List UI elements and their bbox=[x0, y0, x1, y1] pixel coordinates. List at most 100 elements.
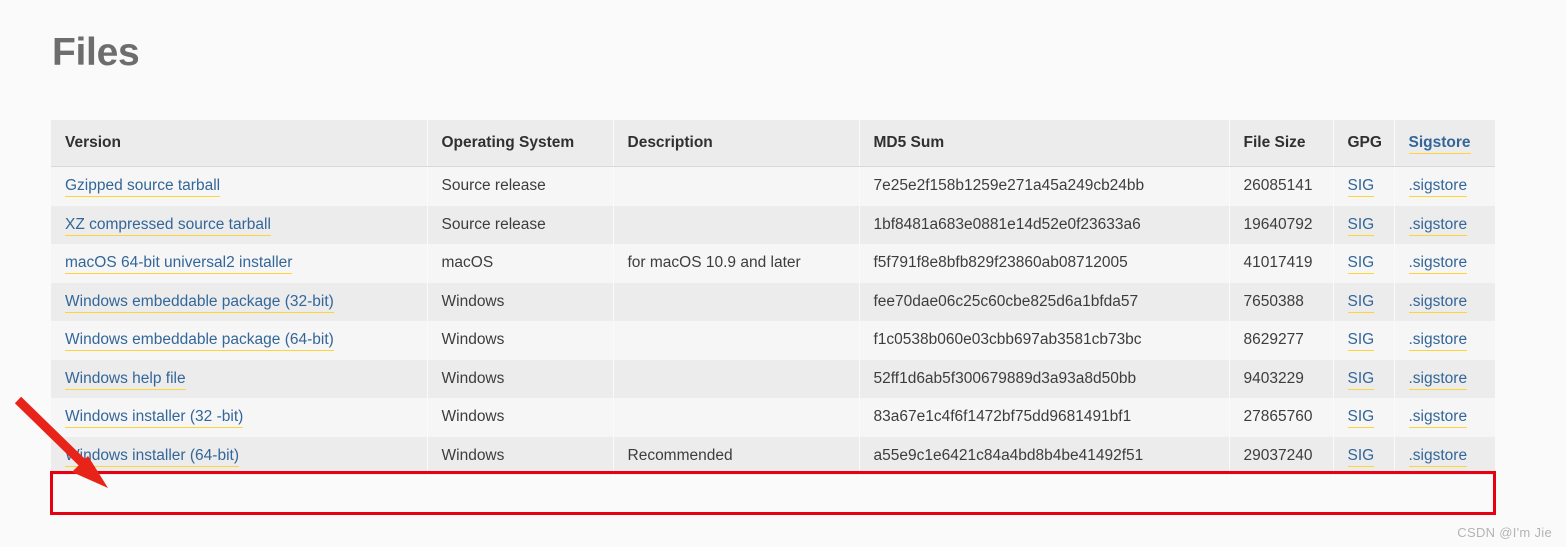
column-header-sigstore[interactable]: Sigstore bbox=[1394, 120, 1495, 167]
cell-gpg[interactable]: SIG bbox=[1333, 359, 1395, 398]
table-row: XZ compressed source tarball Source relea… bbox=[51, 205, 1495, 244]
files-table-head: Version Operating System Description MD5 Su… bbox=[51, 120, 1495, 167]
watermark: CSDN @I'm Jie bbox=[1457, 525, 1552, 540]
cell-md5: f5f791f8e8bfb829f23860ab08712005 bbox=[859, 244, 1230, 283]
cell-gpg[interactable]: SIG bbox=[1333, 436, 1395, 475]
cell-version[interactable]: Gzipped source tarball bbox=[51, 166, 428, 206]
cell-md5: f1c0538b060e03cbb697ab3581cb73bc bbox=[859, 321, 1230, 360]
cell-sigstore[interactable]: .sigstore bbox=[1394, 398, 1495, 437]
cell-description bbox=[613, 166, 860, 206]
cell-version[interactable]: macOS 64-bit universal2 installer bbox=[51, 244, 428, 283]
cell-size: 19640792 bbox=[1229, 205, 1334, 244]
link-version[interactable]: Windows installer (64-bit) bbox=[65, 446, 239, 467]
cell-gpg[interactable]: SIG bbox=[1333, 205, 1395, 244]
cell-md5: a55e9c1e6421c84a4bd8b4be41492f51 bbox=[859, 436, 1230, 475]
link-version[interactable]: Windows installer (32 -bit) bbox=[65, 408, 244, 429]
cell-description bbox=[613, 205, 860, 244]
cell-version[interactable]: Windows embeddable package (32-bit) bbox=[51, 282, 428, 321]
page-title: Files bbox=[52, 31, 140, 74]
link-gpg[interactable]: SIG bbox=[1347, 446, 1375, 467]
link-gpg[interactable]: SIG bbox=[1347, 369, 1375, 390]
link-sigstore[interactable]: .sigstore bbox=[1408, 331, 1468, 352]
link-gpg[interactable]: SIG bbox=[1347, 292, 1375, 313]
column-header-md5: MD5 Sum bbox=[859, 120, 1230, 167]
cell-gpg[interactable]: SIG bbox=[1333, 166, 1395, 206]
column-header-size: File Size bbox=[1229, 120, 1334, 167]
cell-size: 41017419 bbox=[1229, 244, 1334, 283]
table-row: Windows installer (32 -bit) Windows 83a67e… bbox=[51, 398, 1495, 437]
cell-os: Source release bbox=[427, 166, 614, 206]
link-gpg[interactable]: SIG bbox=[1347, 408, 1375, 429]
files-table-body: Gzipped source tarball Source release 7e25… bbox=[51, 166, 1495, 475]
cell-os: Windows bbox=[427, 359, 614, 398]
cell-version[interactable]: Windows installer (32 -bit) bbox=[51, 398, 428, 437]
link-version[interactable]: Windows embeddable package (32-bit) bbox=[65, 292, 334, 313]
table-row: Gzipped source tarball Source release 7e25… bbox=[51, 166, 1495, 206]
cell-os: Source release bbox=[427, 205, 614, 244]
table-row: Windows help file Windows 52ff1d6ab5f30067… bbox=[51, 359, 1495, 398]
cell-size: 29037240 bbox=[1229, 436, 1334, 475]
link-sigstore[interactable]: .sigstore bbox=[1408, 254, 1468, 275]
link-sigstore[interactable]: .sigstore bbox=[1408, 215, 1468, 236]
cell-description bbox=[613, 359, 860, 398]
cell-gpg[interactable]: SIG bbox=[1333, 244, 1395, 283]
cell-size: 26085141 bbox=[1229, 166, 1334, 206]
link-version[interactable]: macOS 64-bit universal2 installer bbox=[65, 254, 293, 275]
files-table: Version Operating System Description MD5 Su… bbox=[51, 120, 1495, 475]
cell-gpg[interactable]: SIG bbox=[1333, 321, 1395, 360]
link-sigstore[interactable]: .sigstore bbox=[1408, 369, 1468, 390]
cell-os: Windows bbox=[427, 398, 614, 437]
column-header-gpg: GPG bbox=[1333, 120, 1395, 167]
cell-sigstore[interactable]: .sigstore bbox=[1394, 321, 1495, 360]
link-version[interactable]: Windows embeddable package (64-bit) bbox=[65, 331, 334, 352]
cell-gpg[interactable]: SIG bbox=[1333, 398, 1395, 437]
table-row: Windows embeddable package (32-bit) Windo… bbox=[51, 282, 1495, 321]
cell-size: 27865760 bbox=[1229, 398, 1334, 437]
cell-size: 9403229 bbox=[1229, 359, 1334, 398]
cell-size: 8629277 bbox=[1229, 321, 1334, 360]
cell-sigstore[interactable]: .sigstore bbox=[1394, 244, 1495, 283]
cell-md5: 1bf8481a683e0881e14d52e0f23633a6 bbox=[859, 205, 1230, 244]
link-version[interactable]: Windows help file bbox=[65, 369, 186, 390]
column-header-os: Operating System bbox=[427, 120, 614, 167]
cell-md5: 52ff1d6ab5f300679889d3a93a8d50bb bbox=[859, 359, 1230, 398]
cell-description bbox=[613, 398, 860, 437]
link-gpg[interactable]: SIG bbox=[1347, 331, 1375, 352]
cell-description: for macOS 10.9 and later bbox=[613, 244, 860, 283]
link-version[interactable]: XZ compressed source tarball bbox=[65, 215, 271, 236]
cell-version[interactable]: Windows installer (64-bit) bbox=[51, 436, 428, 475]
cell-sigstore[interactable]: .sigstore bbox=[1394, 166, 1495, 206]
link-version[interactable]: Gzipped source tarball bbox=[65, 177, 221, 198]
cell-version[interactable]: Windows embeddable package (64-bit) bbox=[51, 321, 428, 360]
link-gpg[interactable]: SIG bbox=[1347, 215, 1375, 236]
column-header-version: Version bbox=[51, 120, 428, 167]
cell-os: Windows bbox=[427, 321, 614, 360]
cell-os: macOS bbox=[427, 244, 614, 283]
link-gpg[interactable]: SIG bbox=[1347, 177, 1375, 198]
table-header-row: Version Operating System Description MD5 Su… bbox=[51, 120, 1495, 167]
cell-sigstore[interactable]: .sigstore bbox=[1394, 205, 1495, 244]
cell-description bbox=[613, 321, 860, 360]
cell-sigstore[interactable]: .sigstore bbox=[1394, 359, 1495, 398]
page-root: Files Version Operating System Description… bbox=[0, 0, 1566, 547]
cell-sigstore[interactable]: .sigstore bbox=[1394, 436, 1495, 475]
cell-os: Windows bbox=[427, 436, 614, 475]
column-header-link-sigstore[interactable]: Sigstore bbox=[1408, 134, 1471, 154]
link-gpg[interactable]: SIG bbox=[1347, 254, 1375, 275]
cell-md5: 83a67e1c4f6f1472bf75dd9681491bf1 bbox=[859, 398, 1230, 437]
link-sigstore[interactable]: .sigstore bbox=[1408, 177, 1468, 198]
cell-md5: fee70dae06c25c60cbe825d6a1bfda57 bbox=[859, 282, 1230, 321]
cell-description bbox=[613, 282, 860, 321]
link-sigstore[interactable]: .sigstore bbox=[1408, 292, 1468, 313]
cell-sigstore[interactable]: .sigstore bbox=[1394, 282, 1495, 321]
cell-version[interactable]: Windows help file bbox=[51, 359, 428, 398]
cell-os: Windows bbox=[427, 282, 614, 321]
cell-version[interactable]: XZ compressed source tarball bbox=[51, 205, 428, 244]
cell-md5: 7e25e2f158b1259e271a45a249cb24bb bbox=[859, 166, 1230, 206]
recommended-row-highlight bbox=[50, 471, 1496, 515]
link-sigstore[interactable]: .sigstore bbox=[1408, 446, 1468, 467]
files-table-container: Version Operating System Description MD5 Su… bbox=[51, 120, 1495, 475]
cell-gpg[interactable]: SIG bbox=[1333, 282, 1395, 321]
column-header-description: Description bbox=[613, 120, 860, 167]
link-sigstore[interactable]: .sigstore bbox=[1408, 408, 1468, 429]
